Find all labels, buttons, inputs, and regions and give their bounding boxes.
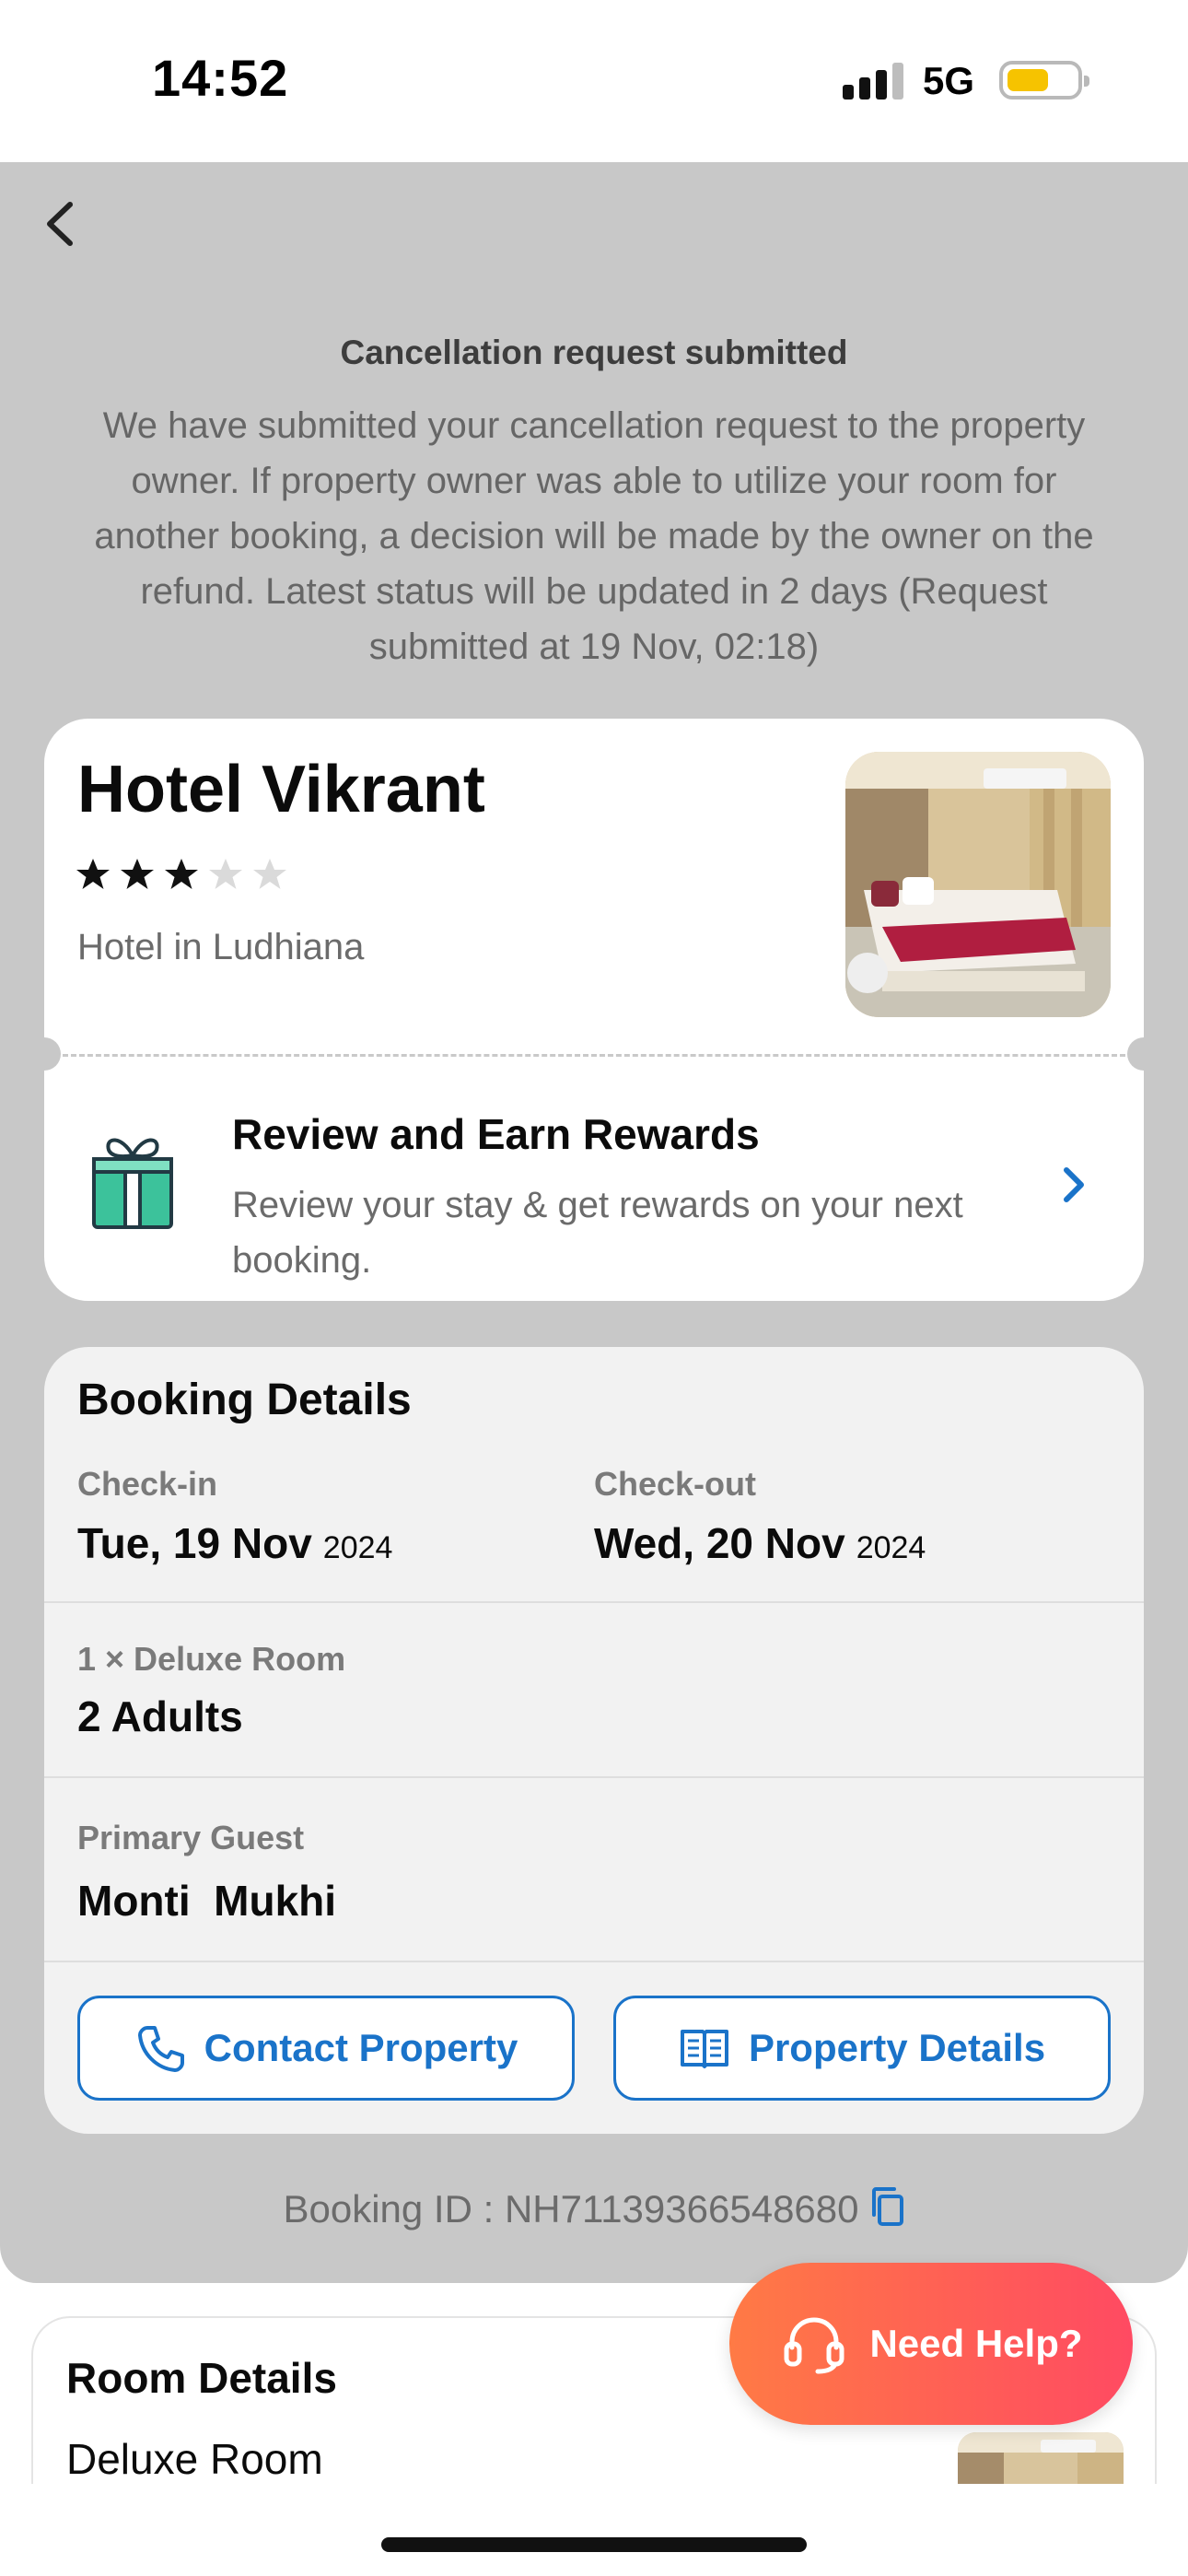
room-details-title: Room Details xyxy=(66,2354,337,2402)
guest-count: 2 Adults xyxy=(77,1692,243,1740)
room-name: Deluxe Room xyxy=(66,2435,323,2483)
property-details-button[interactable]: Property Details xyxy=(613,1996,1111,2101)
card-notch-right xyxy=(1127,1037,1160,1071)
booking-id-text: Booking ID : NH71139366548680 xyxy=(283,2187,859,2231)
review-title: Review and Earn Rewards xyxy=(232,1110,760,1158)
property-details-label: Property Details xyxy=(748,2026,1046,2069)
home-indicator[interactable] xyxy=(381,2537,807,2552)
chevron-left-icon xyxy=(47,202,73,246)
booking-details-card: Booking Details Check-in Tue, 19 Nov 2024… xyxy=(44,1347,1144,2134)
star-empty-icon xyxy=(209,859,242,889)
booking-details-title: Booking Details xyxy=(77,1376,412,1424)
contact-property-button[interactable]: Contact Property xyxy=(77,1996,575,2101)
hotel-photo[interactable] xyxy=(845,752,1111,1017)
need-help-button[interactable]: Need Help? xyxy=(729,2263,1133,2425)
divider xyxy=(44,1776,1144,1778)
signal-icon xyxy=(843,63,903,100)
copy-icon[interactable] xyxy=(868,2185,905,2228)
review-rewards-row[interactable]: Review and Earn Rewards Review your stay… xyxy=(44,1072,1144,1301)
status-time: 14:52 xyxy=(152,49,289,107)
chevron-right-icon xyxy=(1055,1161,1092,1209)
home-indicator-area xyxy=(0,2484,1188,2576)
phone-icon xyxy=(137,2026,184,2072)
star-filled-icon xyxy=(121,859,154,889)
gift-icon xyxy=(88,1128,177,1231)
need-help-label: Need Help? xyxy=(869,2322,1083,2365)
cancellation-title: Cancellation request submitted xyxy=(340,334,848,371)
star-rating xyxy=(76,857,287,892)
checkin-label: Check-in xyxy=(77,1465,218,1503)
hotel-card: Hotel Vikrant Hotel in Ludhiana Review a… xyxy=(28,719,1160,1301)
checkout-date: Wed, 20 Nov 2024 xyxy=(594,1518,926,1568)
back-button[interactable] xyxy=(35,192,90,256)
hotel-location: Hotel in Ludhiana xyxy=(77,927,365,967)
network-type: 5G xyxy=(923,59,975,102)
star-empty-icon xyxy=(253,859,286,889)
card-notch-left xyxy=(28,1037,61,1071)
hotel-room-photo xyxy=(845,752,1111,1017)
book-icon xyxy=(680,2030,728,2068)
checkout-day: Wed, 20 Nov xyxy=(594,1519,845,1567)
primary-guest-name: Monti Mukhi xyxy=(77,1877,337,1925)
checkin-date: Tue, 19 Nov 2024 xyxy=(77,1518,392,1568)
star-filled-icon xyxy=(76,859,110,889)
divider xyxy=(44,1601,1144,1603)
booking-id: Booking ID : NH71139366548680 xyxy=(0,2185,1188,2231)
battery-icon xyxy=(999,61,1089,100)
checkout-label: Check-out xyxy=(594,1465,757,1503)
divider xyxy=(44,1961,1144,1962)
contact-property-label: Contact Property xyxy=(204,2026,518,2069)
cancellation-message: We have submitted your cancellation requ… xyxy=(94,405,1094,667)
status-bar: 14:52 5G xyxy=(0,0,1188,162)
room-count-label: 1 × Deluxe Room xyxy=(77,1640,346,1678)
dashed-divider xyxy=(63,1054,1125,1057)
checkin-year: 2024 xyxy=(322,1530,393,1565)
hotel-name: Hotel Vikrant xyxy=(77,753,485,826)
primary-guest-label: Primary Guest xyxy=(77,1819,305,1856)
headset-icon xyxy=(784,2317,844,2374)
star-filled-icon xyxy=(165,859,198,889)
review-subtitle: Review your stay & get rewards on your n… xyxy=(232,1185,963,1281)
checkout-year: 2024 xyxy=(856,1530,926,1565)
checkin-day: Tue, 19 Nov xyxy=(77,1519,312,1567)
